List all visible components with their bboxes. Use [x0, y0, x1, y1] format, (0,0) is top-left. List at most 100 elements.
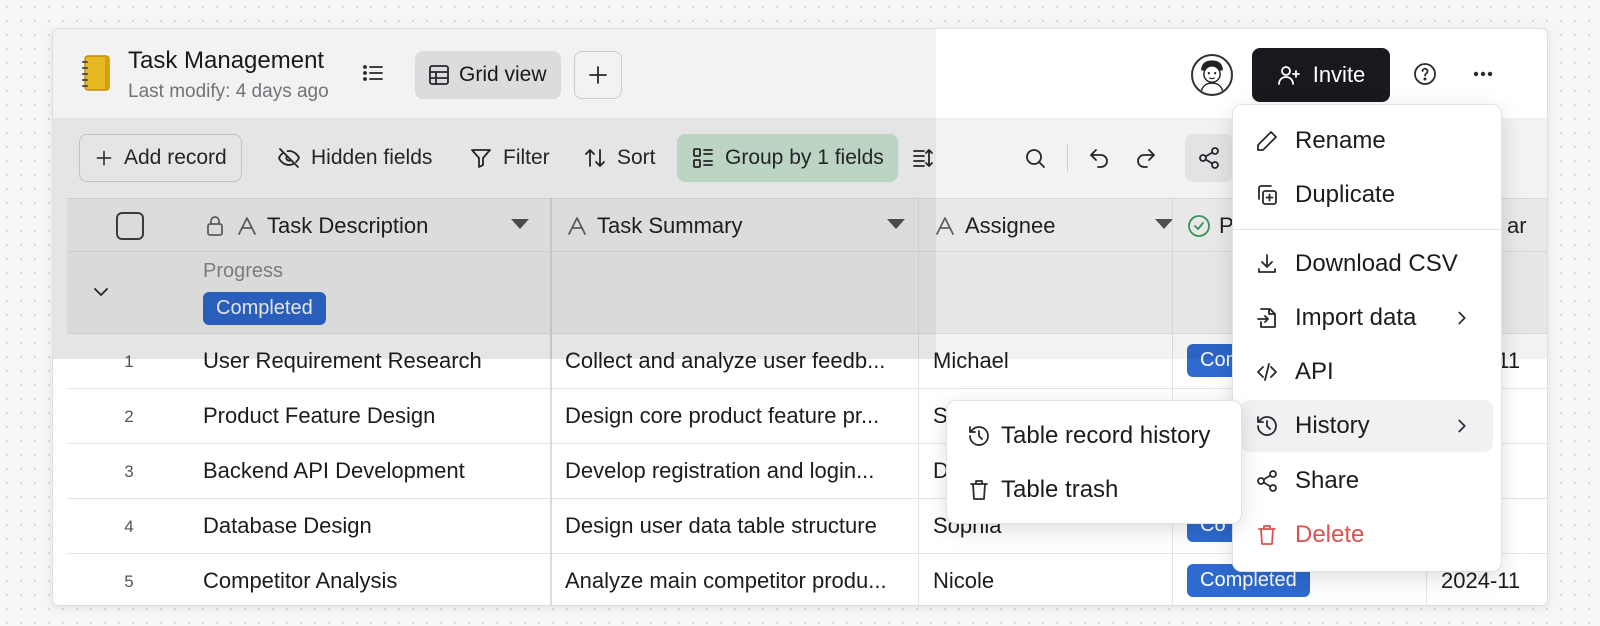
cell-summary[interactable]: Analyze main competitor produ... — [565, 568, 887, 594]
menu-item-delete[interactable]: Delete — [1241, 509, 1493, 561]
invite-button[interactable]: Invite — [1252, 48, 1390, 102]
row-number: 3 — [124, 462, 134, 481]
cell-description[interactable]: User Requirement Research — [203, 348, 482, 374]
chevron-down-icon[interactable] — [89, 280, 113, 304]
check-circle-icon — [1188, 215, 1210, 237]
text-field-icon — [936, 217, 954, 235]
caret-down-icon[interactable] — [1155, 219, 1173, 229]
group-by-button[interactable]: Group by 1 fields — [677, 134, 898, 182]
hidden-fields-button[interactable]: Hidden fields — [263, 134, 446, 182]
chevron-right-icon — [1458, 311, 1466, 325]
search-icon[interactable] — [1023, 146, 1047, 170]
column-header-task-description[interactable]: Task Description — [203, 199, 543, 253]
cell-assignee[interactable]: Nicole — [933, 568, 994, 594]
menu-item-download-csv[interactable]: Download CSV — [1241, 238, 1493, 290]
group-by-label: Group by 1 fields — [725, 146, 884, 169]
select-all-checkbox[interactable] — [116, 212, 144, 240]
share-icon — [1257, 470, 1277, 492]
cell-assignee[interactable]: Michael — [933, 348, 1009, 374]
menu-item-import-data[interactable]: Import data — [1241, 292, 1493, 344]
column-label: Assignee — [965, 213, 1056, 238]
grid-view-tab[interactable]: Grid view — [415, 51, 561, 99]
cell-description[interactable]: Competitor Analysis — [203, 568, 397, 594]
cell-summary[interactable]: Design core product feature pr... — [565, 403, 879, 429]
menu-item-label: History — [1295, 412, 1370, 439]
menu-divider — [1233, 229, 1501, 230]
row-number: 4 — [124, 517, 134, 536]
sort-label: Sort — [617, 146, 656, 169]
add-record-button[interactable]: Add record — [79, 134, 242, 182]
share-view-button[interactable] — [1185, 134, 1233, 182]
history-icon — [969, 426, 989, 446]
invite-label: Invite — [1312, 62, 1366, 87]
cell-summary[interactable]: Collect and analyze user feedb... — [565, 348, 885, 374]
group-field-label: Progress — [203, 260, 284, 282]
column-label: Task Summary — [597, 213, 743, 238]
column-label: Task Description — [267, 213, 429, 238]
list-icon[interactable] — [361, 61, 385, 85]
cell-description[interactable]: Product Feature Design — [203, 403, 435, 429]
add-record-label: Add record — [124, 146, 227, 169]
row-number: 5 — [124, 572, 134, 591]
menu-item-label: Share — [1295, 467, 1360, 494]
lock-icon — [207, 216, 223, 236]
sort-button[interactable]: Sort — [569, 134, 670, 182]
column-divider[interactable] — [550, 198, 552, 605]
sort-icon — [585, 149, 605, 167]
cell-description[interactable]: Backend API Development — [203, 458, 465, 484]
cell-description[interactable]: Database Design — [203, 513, 372, 539]
trash-icon — [1258, 525, 1276, 545]
duplicate-icon — [1258, 185, 1277, 205]
plus-icon — [96, 150, 112, 166]
column-header-date[interactable]: ar — [1507, 199, 1547, 253]
download-icon — [1258, 254, 1276, 273]
more-icon[interactable] — [1471, 62, 1495, 86]
menu-item-history[interactable]: History — [1241, 400, 1493, 452]
row-number: 1 — [124, 352, 134, 371]
menu-item-table-trash[interactable]: Table trash — [957, 465, 1233, 515]
cell-summary[interactable]: Develop registration and login... — [565, 458, 874, 484]
eye-off-icon — [278, 148, 300, 168]
caret-down-icon[interactable] — [887, 219, 905, 229]
last-modified-text: Last modify: 4 days ago — [128, 81, 329, 102]
plus-icon — [589, 66, 607, 84]
undo-icon[interactable] — [1087, 146, 1111, 170]
column-header-assignee[interactable]: Assignee — [933, 199, 1187, 253]
add-view-button[interactable] — [574, 51, 622, 99]
share-icon — [1199, 147, 1219, 169]
menu-item-api[interactable]: API — [1241, 346, 1493, 398]
notebook-icon — [82, 55, 110, 91]
redo-icon[interactable] — [1134, 146, 1158, 170]
cell-summary[interactable]: Design user data table structure — [565, 513, 877, 539]
filter-button[interactable]: Filter — [455, 134, 564, 182]
menu-item-label: Delete — [1295, 521, 1365, 548]
group-icon — [693, 148, 713, 168]
pencil-icon — [1257, 131, 1277, 151]
menu-item-duplicate[interactable]: Duplicate — [1241, 169, 1493, 221]
menu-item-label: Duplicate — [1295, 181, 1396, 208]
menu-item-rename[interactable]: Rename — [1241, 115, 1493, 167]
text-field-icon — [568, 217, 586, 235]
help-icon[interactable] — [1413, 62, 1437, 86]
add-user-icon — [1277, 66, 1300, 85]
table-title[interactable]: Task Management — [128, 47, 324, 75]
menu-item-label: Table trash — [1001, 476, 1119, 503]
menu-item-label: Download CSV — [1295, 250, 1458, 277]
avatar[interactable] — [1191, 54, 1233, 96]
toolbar-divider — [1067, 144, 1068, 172]
row-height-icon[interactable] — [911, 146, 935, 170]
hidden-fields-label: Hidden fields — [311, 146, 433, 169]
trash-icon — [970, 480, 988, 500]
menu-item-table-record-history[interactable]: Table record history — [957, 411, 1233, 461]
history-icon — [1257, 416, 1277, 436]
chevron-right-icon — [1458, 419, 1466, 433]
filter-label: Filter — [503, 146, 550, 169]
menu-item-label: Import data — [1295, 304, 1417, 331]
caret-down-icon[interactable] — [511, 219, 529, 229]
group-value-badge: Completed — [203, 292, 326, 325]
menu-item-label: Rename — [1295, 127, 1386, 154]
column-divider[interactable] — [918, 198, 919, 605]
grid-icon — [429, 65, 449, 85]
menu-item-share[interactable]: Share — [1241, 455, 1493, 507]
column-header-task-summary[interactable]: Task Summary — [565, 199, 919, 253]
